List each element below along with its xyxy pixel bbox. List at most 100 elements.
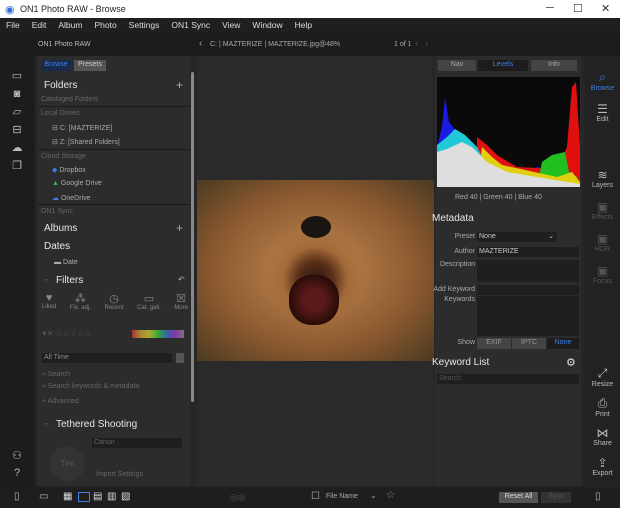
cloud-onedrive[interactable]: ☁ OneDrive xyxy=(52,194,91,202)
time-filter-button[interactable] xyxy=(176,353,184,363)
prev-icon[interactable]: ‹ xyxy=(415,38,418,49)
folder-icon[interactable]: ▱ xyxy=(10,107,24,118)
filter-recent[interactable]: ◷ Recent xyxy=(104,292,123,311)
date-label: Date xyxy=(62,259,78,266)
module-layers[interactable]: ≋ Layers xyxy=(585,168,620,189)
keyword-search-input[interactable]: Search xyxy=(437,374,579,384)
tab-browse[interactable]: Browse xyxy=(41,60,71,71)
rating-stars[interactable]: ♥✕ ☆☆☆☆☆ xyxy=(42,329,92,338)
sync-button[interactable]: Sync xyxy=(541,492,571,503)
gear-icon[interactable]: ⚙ xyxy=(566,356,576,369)
cloud-icon[interactable]: ☁ xyxy=(10,143,24,154)
menu-settings[interactable]: Settings xyxy=(123,18,166,33)
menu-file[interactable]: File xyxy=(0,18,26,33)
albums-icon[interactable]: ❐ xyxy=(10,161,24,172)
detail-view-icon[interactable] xyxy=(78,492,90,502)
sort-select[interactable]: File Name xyxy=(324,492,364,502)
drive-icon[interactable]: ⊟ xyxy=(10,125,24,136)
module-hdr[interactable]: ▣ HDR xyxy=(585,232,620,253)
module-label: Print xyxy=(595,411,610,418)
add-keyword-field[interactable] xyxy=(477,285,579,295)
filter-liked[interactable]: ♥ Liked xyxy=(42,292,56,311)
compare-view-icon[interactable]: ▥ xyxy=(107,491,116,502)
add-album-icon[interactable]: + xyxy=(176,221,183,235)
module-browse[interactable]: ⌕ Browse xyxy=(585,70,620,92)
preset-select[interactable]: None ⌄ xyxy=(477,232,557,242)
zoom-icon[interactable]: ◎◎ xyxy=(230,492,246,503)
menu-help[interactable]: Help xyxy=(289,18,318,33)
filters-toggle-icon[interactable]: ○ xyxy=(44,276,49,285)
module-share[interactable]: ⋈ Share xyxy=(585,426,620,447)
grid-view-icon[interactable]: ▦ xyxy=(63,491,72,502)
tethered-thumb[interactable]: Tmt xyxy=(50,446,85,481)
right-panel-toggle-icon[interactable]: ▯ xyxy=(595,491,601,502)
author-field[interactable]: MAZTERIZE xyxy=(477,247,579,257)
user-settings-icon[interactable]: ⚇ xyxy=(10,451,24,462)
help-icon[interactable]: ? xyxy=(10,468,24,479)
module-label: Focus xyxy=(592,278,613,285)
panel-toggle-icon[interactable]: ▯ xyxy=(14,491,20,502)
description-field[interactable] xyxy=(477,260,579,282)
map-view-icon[interactable]: ▧ xyxy=(121,491,130,502)
tethered-heading: Tethered Shooting xyxy=(56,419,138,430)
next-icon[interactable]: › xyxy=(425,38,428,49)
menu-window[interactable]: Window xyxy=(246,18,288,33)
sort-direction-icon[interactable]: ☆ xyxy=(386,490,395,501)
module-effects[interactable]: ▣ Effects xyxy=(585,200,620,221)
sort-checkbox[interactable]: ☐ xyxy=(311,491,320,502)
show-exif[interactable]: EXIF xyxy=(477,338,511,349)
import-settings-link[interactable]: Import Settings xyxy=(96,471,143,478)
close-button[interactable]: ✕ xyxy=(601,2,610,15)
keywords-field[interactable] xyxy=(477,296,579,336)
add-folder-icon[interactable]: + xyxy=(176,78,183,92)
time-filter-select[interactable]: All Time xyxy=(42,353,172,363)
advanced-label: Advanced xyxy=(47,398,79,405)
show-iptc[interactable]: IPTC xyxy=(512,338,546,349)
drive-label: C: [MAZTERIZE] xyxy=(59,125,113,132)
filmstrip-icon[interactable]: ▭ xyxy=(39,491,48,502)
module-focus[interactable]: ▣ Focus xyxy=(585,264,620,285)
minimize-button[interactable]: ─ xyxy=(546,2,554,14)
tab-nav[interactable]: Nav xyxy=(438,60,476,71)
camera-icon[interactable]: ◙ xyxy=(10,89,24,100)
tethered-toggle-icon[interactable]: ○ xyxy=(44,420,49,429)
date-item[interactable]: ▬ Date xyxy=(54,259,78,266)
filmstrip-view-icon[interactable]: ▤ xyxy=(93,491,102,502)
monitor-icon[interactable]: ▭ xyxy=(10,71,24,82)
menu-edit[interactable]: Edit xyxy=(26,18,53,33)
tab-presets[interactable]: Presets xyxy=(74,60,106,71)
photo-preview[interactable] xyxy=(197,180,434,361)
tab-levels[interactable]: Levels xyxy=(478,60,528,71)
cloud-google-drive[interactable]: ▲ Google Drive xyxy=(52,180,102,187)
reset-filters-icon[interactable]: ↶ xyxy=(178,275,185,284)
share-icon: ⋈ xyxy=(596,426,609,440)
advanced-filter[interactable]: + Advanced xyxy=(42,398,79,405)
filter-more[interactable]: ☒ More xyxy=(174,292,188,311)
module-print[interactable]: ⎙ Print xyxy=(585,396,620,418)
sort-chevron-icon[interactable]: ⌄ xyxy=(370,491,377,500)
filter-cat-gall[interactable]: ▭ Cat. gall. xyxy=(137,292,161,311)
cloud-dropbox[interactable]: ◆ Dropbox xyxy=(52,166,86,174)
module-resize[interactable]: ⤢ Resize xyxy=(585,366,620,388)
module-export[interactable]: ⇪ Export xyxy=(585,456,620,477)
search-keywords[interactable]: ⌕ Search keywords & metadata xyxy=(42,383,139,391)
reset-all-button[interactable]: Reset All xyxy=(499,492,538,503)
albums-heading[interactable]: Albums xyxy=(44,223,77,234)
drive-c[interactable]: ⊟ C: [MAZTERIZE] xyxy=(52,124,112,132)
menu-album[interactable]: Album xyxy=(52,18,88,33)
maximize-button[interactable]: ☐ xyxy=(573,2,583,15)
tab-info[interactable]: Info xyxy=(531,60,577,71)
left-panel-scrollbar[interactable] xyxy=(191,72,194,402)
show-none[interactable]: None xyxy=(547,338,579,349)
dates-heading[interactable]: Dates xyxy=(44,241,70,252)
back-arrow-icon[interactable]: ‹ xyxy=(199,38,202,49)
search-filter[interactable]: ⌕ Search xyxy=(42,371,70,379)
module-edit[interactable]: ☰ Edit xyxy=(585,102,620,123)
menu-photo[interactable]: Photo xyxy=(88,18,122,33)
drive-z[interactable]: ⊟ Z: [Shared Folders] xyxy=(52,138,120,146)
filter-fix-adj[interactable]: ⁂ Fix. adj. xyxy=(70,292,91,311)
camera-select[interactable]: Canon xyxy=(92,438,182,448)
menu-on1-sync[interactable]: ON1 Sync xyxy=(165,18,216,33)
color-labels[interactable] xyxy=(132,330,184,338)
menu-view[interactable]: View xyxy=(216,18,246,33)
